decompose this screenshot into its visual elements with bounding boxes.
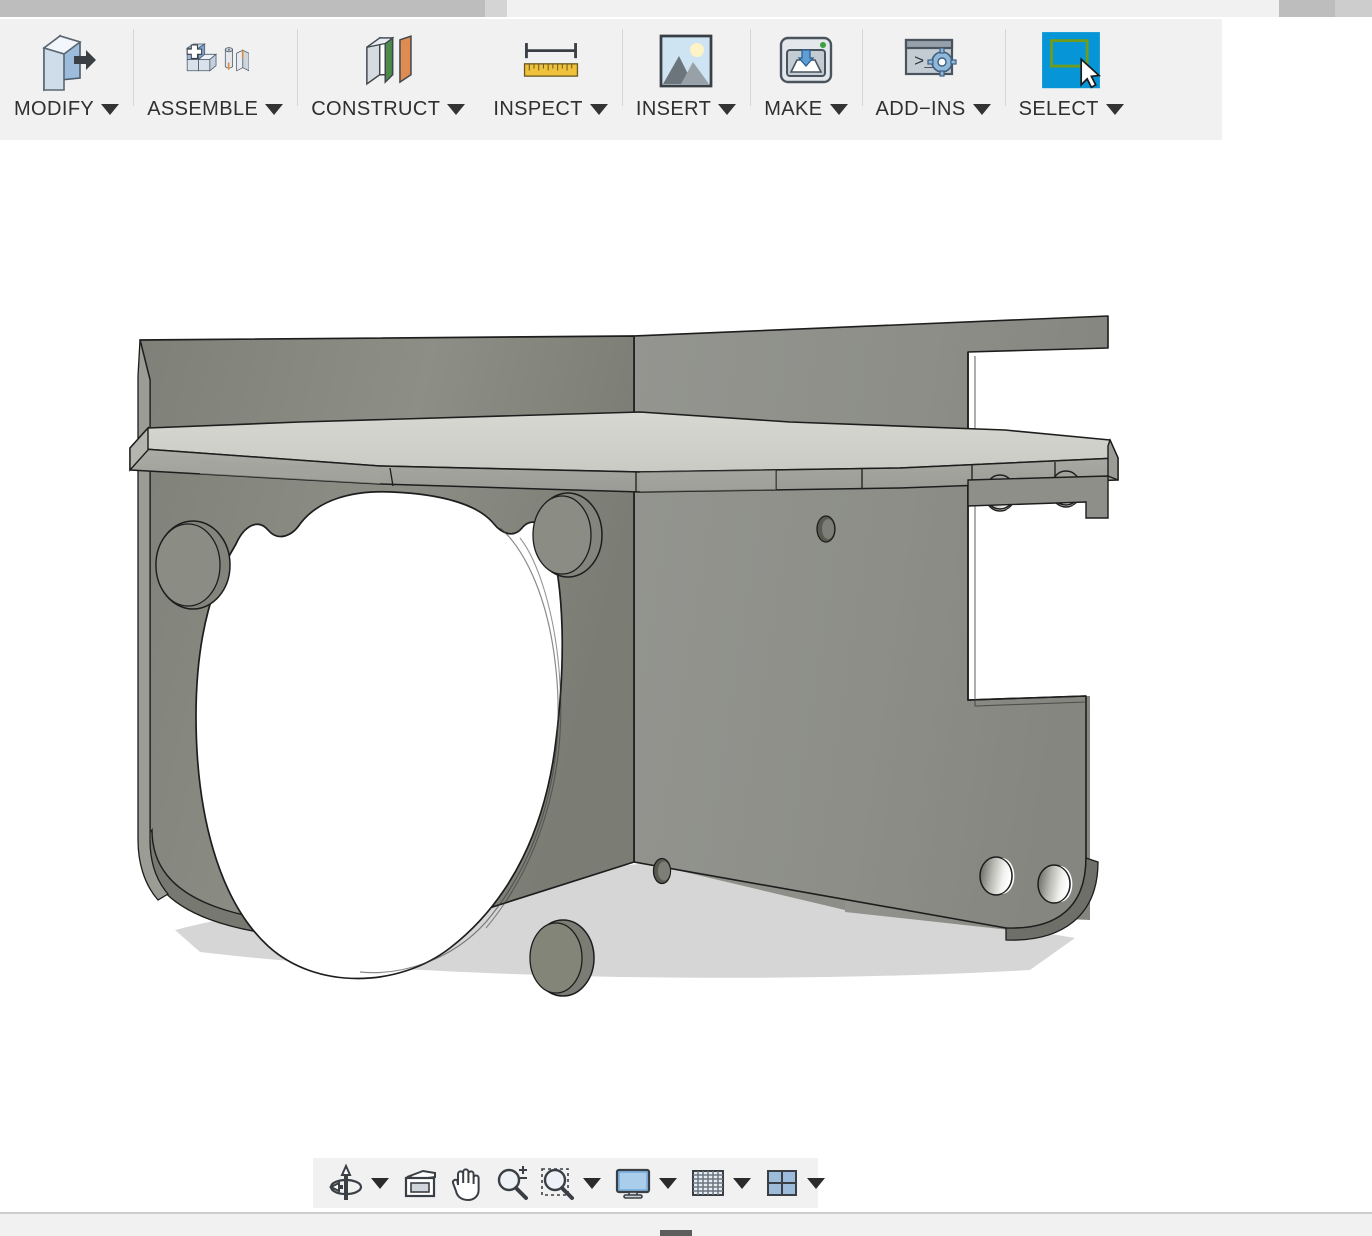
ribbon-group-select[interactable]: SELECT [1004, 19, 1138, 140]
ribbon-group-inspect[interactable]: INSPECT [479, 19, 621, 140]
ribbon-group-insert[interactable]: INSERT [621, 19, 750, 140]
scrollbar-thumb-right-dark [1279, 0, 1335, 17]
ribbon-group-label: MAKE [764, 98, 848, 120]
select-cursor-marquee-icon [1037, 25, 1105, 97]
addins-script-gear-icon: >_ [899, 25, 967, 97]
ribbon-group-label: INSPECT [493, 98, 608, 120]
ribbon-group-label: ADD−INS [876, 99, 991, 119]
chevron-down-icon[interactable] [972, 103, 991, 115]
modify-label: MODIFY [14, 98, 95, 120]
3d-viewport[interactable] [0, 140, 1372, 1146]
zoom-icon[interactable] [489, 1161, 535, 1205]
chevron-down-icon[interactable] [718, 103, 737, 115]
insert-label: INSERT [635, 98, 712, 120]
addins-label: ADD−INS [875, 98, 966, 120]
chevron-down-icon[interactable] [101, 103, 120, 115]
chevron-down-icon[interactable] [583, 1177, 601, 1189]
ribbon-group-addins[interactable]: >_ ADD−INS [861, 19, 1005, 140]
display-settings-icon[interactable] [609, 1161, 657, 1205]
pan-hand-icon[interactable] [443, 1161, 489, 1205]
cad-model-canvas[interactable] [0, 140, 1372, 1146]
horizontal-scrollbar-thumb-right[interactable] [1279, 0, 1372, 17]
inspect-label: INSPECT [493, 98, 583, 120]
ribbon-toolbar: MODIFY ASSEMBLE CONSTRUCT INSPECT INSERT… [0, 19, 1222, 140]
chevron-down-icon[interactable] [1105, 103, 1124, 115]
chevron-down-icon[interactable] [829, 103, 848, 115]
viewport-layout-icon[interactable] [759, 1161, 805, 1205]
look-at-icon[interactable] [397, 1161, 443, 1205]
select-label: SELECT [1018, 98, 1099, 120]
view-navigation-toolbar [313, 1158, 825, 1208]
chevron-down-icon[interactable] [807, 1177, 825, 1189]
ribbon-group-modify[interactable]: MODIFY [0, 19, 133, 140]
bracket-right-panel[interactable] [633, 310, 1110, 941]
make-label: MAKE [764, 98, 823, 120]
chevron-down-icon[interactable] [659, 1177, 677, 1189]
horizontal-scrollbar-track[interactable] [0, 0, 1372, 17]
inspect-ruler-icon [517, 25, 585, 97]
ribbon-group-label: INSERT [635, 98, 737, 120]
construct-label: CONSTRUCT [311, 98, 441, 120]
modify-solid-arrow-icon [33, 25, 101, 97]
chevron-down-icon[interactable] [371, 1177, 389, 1189]
chevron-down-icon[interactable] [589, 103, 608, 115]
ribbon-group-construct[interactable]: CONSTRUCT [297, 19, 479, 140]
ribbon-group-assemble[interactable]: ASSEMBLE [133, 19, 297, 140]
zoom-window-icon[interactable] [535, 1161, 581, 1205]
chevron-down-icon[interactable] [447, 103, 466, 115]
window-resize-handle[interactable] [660, 1230, 692, 1236]
ribbon-group-label: CONSTRUCT [311, 98, 466, 120]
chevron-down-icon[interactable] [733, 1177, 751, 1189]
horizontal-scrollbar-thumb[interactable] [0, 0, 507, 17]
insert-image-icon [652, 25, 720, 97]
grid-settings-icon[interactable] [685, 1161, 731, 1205]
chevron-down-icon[interactable] [265, 103, 284, 115]
ribbon-group-label: SELECT [1019, 99, 1124, 119]
orbit-icon[interactable] [323, 1161, 369, 1205]
ribbon-group-make[interactable]: MAKE [750, 19, 861, 140]
ribbon-group-label: MODIFY [14, 98, 120, 120]
make-3d-print-icon [772, 25, 840, 97]
scrollbar-thumb-cap [485, 0, 507, 17]
ribbon-group-label: ASSEMBLE [147, 98, 284, 120]
construct-plane-icon [354, 25, 422, 97]
assemble-label: ASSEMBLE [147, 98, 259, 120]
assemble-blocks-plus-icon [181, 25, 250, 97]
